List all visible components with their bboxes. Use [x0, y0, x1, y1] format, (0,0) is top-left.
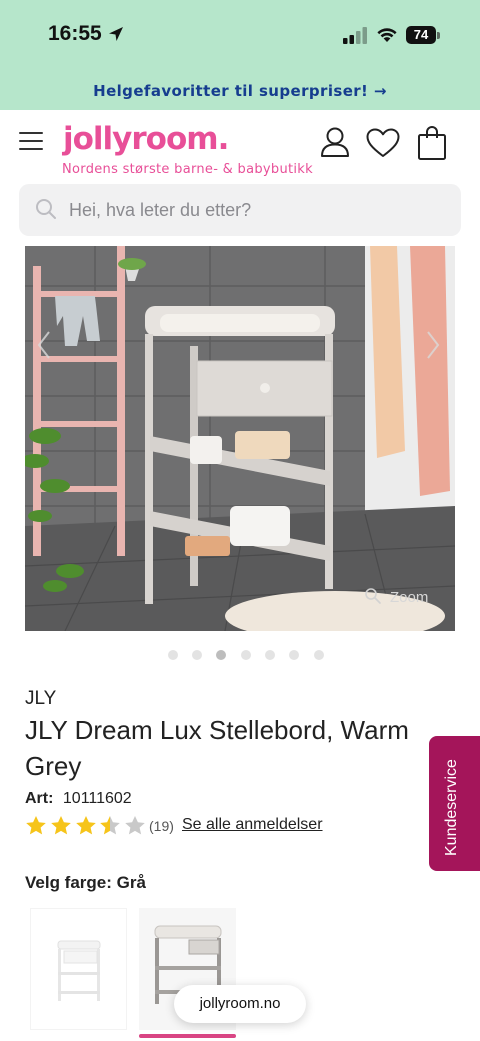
carousel-dot[interactable] [241, 650, 251, 660]
search-bar [19, 184, 461, 236]
search-input[interactable] [69, 184, 449, 236]
carousel-dot[interactable] [289, 650, 299, 660]
star-empty-icon [125, 816, 145, 835]
product-brand[interactable]: JLY [25, 688, 56, 710]
customer-service-tab[interactable]: Kundeservice [429, 736, 480, 871]
carousel-dot[interactable] [265, 650, 275, 660]
white-table-thumbnail [57, 940, 101, 1001]
carousel-prev-icon[interactable] [36, 330, 52, 360]
wifi-icon [377, 28, 397, 42]
product-image[interactable] [25, 246, 455, 631]
cellular-signal-icon [343, 27, 367, 44]
color-swatch-white[interactable] [30, 908, 127, 1030]
battery-tip [437, 32, 440, 39]
status-bar: 16:55 74 [0, 0, 480, 72]
shopping-bag-icon[interactable] [417, 125, 447, 161]
carousel-next-icon[interactable] [425, 330, 441, 360]
account-icon[interactable] [320, 126, 350, 158]
product-title: JLY Dream Lux Stellebord, Warm Grey [25, 715, 409, 781]
zoom-icon[interactable] [364, 587, 382, 605]
selected-swatch-indicator [139, 1034, 236, 1038]
color-picker-label: Velg farge: Grå [25, 873, 146, 892]
carousel-dot-active[interactable] [216, 650, 226, 660]
article-number: Art: 10111602 [25, 790, 132, 808]
wishlist-heart-icon[interactable] [366, 128, 400, 158]
changing-table-photo [25, 246, 455, 631]
article-label: Art: [25, 790, 54, 807]
all-reviews-link[interactable]: Se alle anmeldelser [182, 816, 323, 834]
site-tagline: Nordens største barne- & babybutikk [62, 162, 313, 177]
location-arrow-icon [109, 27, 123, 41]
star-half-icon [100, 816, 120, 835]
carousel-dot[interactable] [168, 650, 178, 660]
site-logo[interactable]: jollyroom. [63, 121, 229, 157]
browser-url[interactable]: jollyroom.no [200, 995, 281, 1012]
star-full-icon [51, 816, 71, 835]
browser-url-bar[interactable]: jollyroom.no [174, 985, 306, 1023]
carousel-dot[interactable] [314, 650, 324, 660]
status-time: 16:55 [48, 22, 102, 45]
star-full-icon [76, 816, 96, 835]
search-icon [36, 199, 56, 219]
promo-banner[interactable]: Helgefavoritter til superpriser! → [0, 72, 480, 110]
battery-indicator: 74 [406, 26, 436, 44]
carousel-dot[interactable] [192, 650, 202, 660]
hamburger-menu-icon[interactable] [19, 132, 43, 152]
star-full-icon [26, 816, 46, 835]
promo-banner-text[interactable]: Helgefavoritter til superpriser! → [93, 82, 387, 100]
site-header: jollyroom. Nordens største barne- & baby… [0, 110, 480, 184]
article-value: 10111602 [62, 790, 132, 807]
review-count: (19) [149, 818, 174, 834]
customer-service-label[interactable]: Kundeservice [443, 759, 461, 856]
zoom-label[interactable]: Zoom [390, 589, 428, 606]
